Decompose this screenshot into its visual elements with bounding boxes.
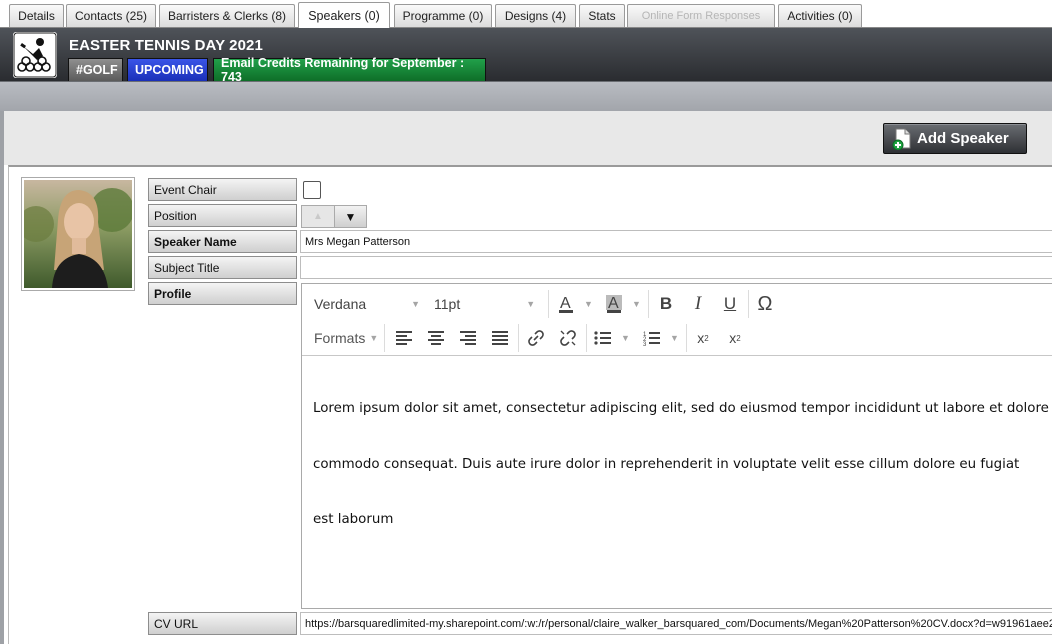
numbered-list-icon[interactable]: 123 [640,326,664,350]
cv-url-field[interactable]: https://barsquaredlimited-my.sharepoint.… [300,612,1052,635]
tab-stats[interactable]: Stats [579,4,625,27]
tab-details[interactable]: Details [9,4,64,27]
link-icon[interactable] [524,326,548,350]
justify-icon[interactable] [488,326,512,350]
tab-speakers[interactable]: Speakers (0) [298,2,390,28]
align-right-icon[interactable] [456,326,480,350]
highlight-color-icon[interactable]: A [602,292,626,316]
chevron-down-icon: ▼ [526,299,536,309]
profile-line: commodo consequat. Duis aute irure dolor… [313,456,1020,472]
event-chair-label: Event Chair [148,178,297,201]
event-title: EASTER TENNIS DAY 2021 [69,37,263,54]
font-size-select[interactable]: 11pt ▼ [434,296,535,312]
profile-content[interactable]: Lorem ipsum dolor sit amet, consectetur … [313,363,1052,567]
underline-icon[interactable]: U [718,292,742,316]
tab-activities[interactable]: Activities (0) [778,4,862,27]
status-badge: UPCOMING [127,58,208,82]
subject-title-field[interactable] [300,256,1052,279]
font-size-value: 11pt [434,296,461,312]
chevron-down-icon[interactable]: ▼ [670,333,679,343]
position-label: Position [148,204,297,227]
unlink-icon[interactable] [556,326,580,350]
text-color-icon[interactable]: A [554,292,578,316]
tag-badge: #GOLF [68,58,123,82]
align-center-icon[interactable] [424,326,448,350]
svg-text:A: A [560,295,571,312]
font-family-select[interactable]: Verdana ▼ [314,296,420,312]
tab-online-form-responses: Online Form Responses [627,4,775,27]
omega-icon[interactable]: Ω [753,292,777,316]
tab-contacts[interactable]: Contacts (25) [66,4,156,27]
font-family-value: Verdana [314,296,367,312]
superscript-icon[interactable]: x2 [691,326,715,350]
profile-line: est laborum [313,512,394,527]
event-header: EASTER TENNIS DAY 2021 #GOLF UPCOMING Em… [0,27,1052,84]
tab-designs[interactable]: Designs (4) [495,4,576,27]
tab-bar: Details Contacts (25) Barristers & Clerk… [0,0,1052,28]
bold-icon[interactable]: B [654,292,678,316]
email-credits-badge: Email Credits Remaining for September : … [213,56,486,84]
cv-url-label: CV URL [148,612,297,635]
chevron-down-icon[interactable]: ▼ [621,333,630,343]
chevron-down-icon[interactable]: ▼ [584,299,593,309]
speaker-photo-image [24,180,132,288]
italic-icon[interactable]: I [686,292,710,316]
subscript-icon[interactable]: x2 [723,326,747,350]
add-speaker-label: Add Speaker [917,130,1009,147]
event-chair-checkbox[interactable] [303,181,321,199]
profile-editor[interactable]: Verdana ▼ 11pt ▼ A ▼ A ▼ B I U Ω Formats… [301,283,1052,609]
speaker-name-field[interactable]: Mrs Megan Patterson [300,230,1052,253]
position-sorter: ▲ ▼ [301,205,367,228]
profile-label: Profile [148,282,297,305]
chevron-down-icon: ▼ [369,333,379,343]
svg-text:3: 3 [643,342,647,346]
tab-programme[interactable]: Programme (0) [394,4,492,27]
move-up-button[interactable]: ▲ [302,206,334,227]
event-type-icon [13,32,57,78]
svg-text:A: A [608,295,619,312]
speaker-name-label: Speaker Name [148,230,297,253]
tab-barristers-clerks[interactable]: Barristers & Clerks (8) [159,4,295,27]
profile-line: Lorem ipsum dolor sit amet, consectetur … [313,401,1049,416]
add-document-icon [892,128,911,150]
chevron-down-icon: ▼ [411,299,421,309]
formats-select[interactable]: Formats ▼ [314,330,378,346]
subject-title-label: Subject Title [148,256,297,279]
left-edge [0,111,4,644]
formats-label: Formats [314,330,366,346]
bullet-list-icon[interactable] [591,326,615,350]
header-strip [0,81,1052,111]
align-left-icon[interactable] [392,326,416,350]
move-down-button[interactable]: ▼ [333,206,366,227]
add-speaker-button[interactable]: Add Speaker [883,123,1027,154]
speaker-photo[interactable] [21,177,135,291]
editor-toolbar: Verdana ▼ 11pt ▼ A ▼ A ▼ B I U Ω Formats… [302,284,1052,356]
chevron-down-icon[interactable]: ▼ [632,299,641,309]
